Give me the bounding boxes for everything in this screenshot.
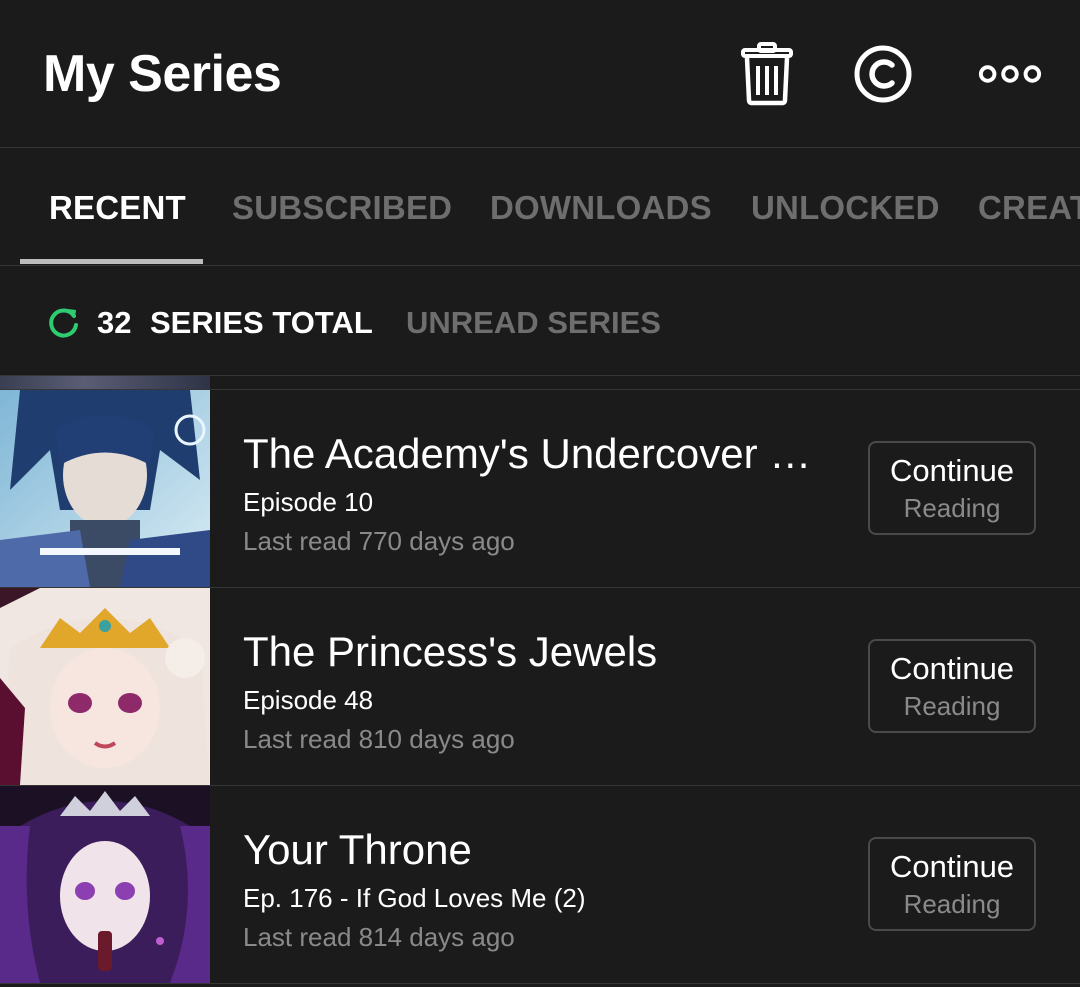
continue-reading-button[interactable]: Continue Reading: [868, 441, 1036, 535]
series-thumbnail[interactable]: [0, 786, 210, 983]
copyright-icon[interactable]: [849, 40, 917, 108]
tab-unlocked[interactable]: UNLOCKED: [751, 189, 940, 227]
button-label: Continue: [889, 849, 1015, 884]
button-sublabel: Reading: [903, 889, 1001, 919]
list-item[interactable]: The Princess's Jewels Episode 48 Last re…: [0, 588, 1080, 786]
last-read-label: Last read 810 days ago: [243, 724, 515, 754]
button-label: Continue: [889, 453, 1015, 488]
trash-icon[interactable]: [733, 40, 801, 108]
more-icon[interactable]: [976, 40, 1044, 108]
series-title: The Academy's Undercover Pr...: [243, 430, 833, 477]
unread-series-filter[interactable]: UNREAD SERIES: [406, 305, 661, 341]
button-label: Continue: [889, 651, 1015, 686]
tab-creators[interactable]: CREAT: [978, 189, 1080, 227]
last-read-label: Last read 814 days ago: [243, 922, 515, 952]
app-header: My Series: [0, 0, 1080, 148]
refresh-icon[interactable]: [47, 306, 81, 340]
list-item[interactable]: Your Throne Ep. 176 - If God Loves Me (2…: [0, 786, 1080, 984]
active-tab-indicator: [20, 259, 203, 264]
tab-subscribed[interactable]: SUBSCRIBED: [232, 189, 452, 227]
series-thumbnail[interactable]: [0, 390, 210, 587]
series-title: Your Throne: [243, 826, 472, 873]
last-read-label: Last read 770 days ago: [243, 526, 515, 556]
series-count: 32: [97, 305, 132, 340]
partial-thumbnail: [0, 376, 210, 389]
continue-reading-button[interactable]: Continue Reading: [868, 837, 1036, 931]
series-total-label[interactable]: SERIES TOTAL: [150, 305, 373, 341]
tab-recent[interactable]: RECENT: [49, 189, 186, 227]
button-sublabel: Reading: [903, 493, 1001, 523]
continue-reading-button[interactable]: Continue Reading: [868, 639, 1036, 733]
series-thumbnail[interactable]: [0, 588, 210, 785]
page-title: My Series: [43, 45, 282, 103]
episode-label: Episode 48: [243, 685, 374, 715]
episode-label: Episode 10: [243, 487, 374, 517]
list-item[interactable]: The Academy's Undercover Pr... Episode 1…: [0, 390, 1080, 588]
tab-bar: RECENT SUBSCRIBED DOWNLOADS UNLOCKED CRE…: [0, 147, 1080, 266]
series-title: The Princess's Jewels: [243, 628, 658, 675]
episode-label: Ep. 176 - If God Loves Me (2): [243, 883, 586, 913]
filter-bar: 32 SERIES TOTAL UNREAD SERIES: [0, 266, 1080, 376]
button-sublabel: Reading: [903, 691, 1001, 721]
tab-downloads[interactable]: DOWNLOADS: [490, 189, 712, 227]
